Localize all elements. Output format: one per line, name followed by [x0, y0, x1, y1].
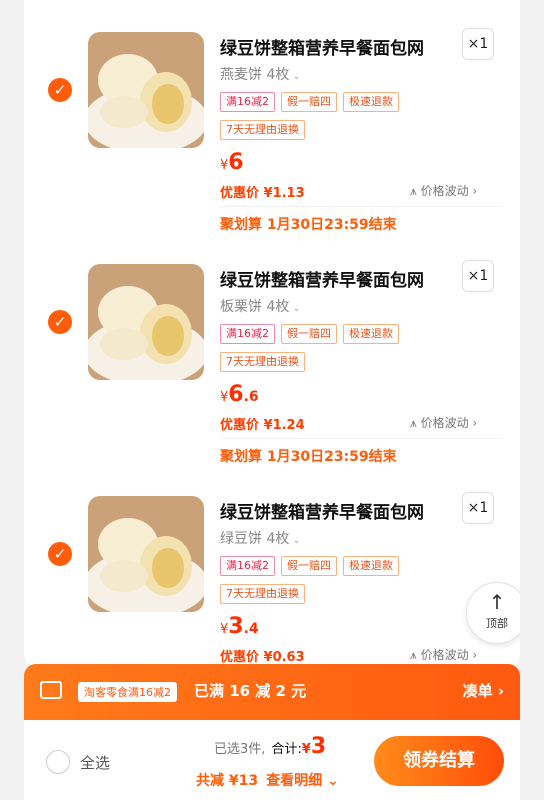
cart-item: ✓ 绿豆饼整箱营养早餐面包网 ×1 绿豆饼 4枚 ⌄ 满16减2 假一赔四 极速退… — [24, 464, 520, 668]
price-fluctuation-link[interactable]: ⩚ 价格波动 › — [410, 414, 477, 431]
selected-count: 已选3件, — [214, 742, 266, 757]
total-label: 合计: — [271, 742, 302, 757]
tag-discount: 满16减2 — [220, 324, 275, 344]
variant-label: 燕麦饼 4枚 — [220, 67, 290, 83]
check-icon: ✓ — [53, 313, 67, 331]
arrow-up-icon: ↑ — [488, 590, 506, 614]
product-title[interactable]: 绿豆饼整箱营养早餐面包网 — [220, 34, 424, 59]
price-int: 6 — [228, 382, 244, 407]
price-int: 3 — [228, 614, 244, 639]
item-checkbox[interactable]: ✓ — [48, 542, 72, 566]
tag-refund: 极速退款 — [343, 92, 399, 112]
product-title[interactable]: 绿豆饼整箱营养早餐面包网 — [220, 498, 424, 523]
tag-row-2: 7天无理由退换 — [220, 584, 305, 604]
quantity-button[interactable]: ×1 — [462, 260, 494, 292]
variant-selector[interactable]: 绿豆饼 4枚 ⌄ — [220, 528, 301, 548]
tag-guarantee: 假一赔四 — [281, 92, 337, 112]
tag-refund: 极速退款 — [343, 324, 399, 344]
savings-amount: 共减 ¥13 — [196, 773, 259, 789]
item-price: ¥3.4 — [220, 614, 259, 639]
fluct-label: 价格波动 — [420, 648, 469, 662]
total-value: 3 — [310, 734, 327, 759]
total-currency: ¥ — [301, 742, 311, 757]
tag-return: 7天无理由退换 — [220, 352, 305, 372]
deal-deadline: 聚划算 1月30日23:59结束 — [220, 217, 397, 233]
variant-label: 板栗饼 4枚 — [220, 299, 290, 315]
check-icon: ✓ — [53, 545, 67, 563]
chevron-down-icon: ⌄ — [292, 303, 301, 314]
price-trend-icon: ⩚ — [410, 648, 421, 662]
product-image[interactable] — [88, 264, 204, 380]
tag-discount: 满16减2 — [220, 556, 275, 576]
tag-guarantee: 假一赔四 — [281, 556, 337, 576]
cart-item: ✓ 绿豆饼整箱营养早餐面包网 ×1 燕麦饼 4枚 ⌄ 满16减2 假一赔四 极速退… — [24, 0, 520, 233]
total-amount: ¥3 — [301, 734, 326, 759]
tag-return: 7天无理由退换 — [220, 120, 305, 140]
cart-item: ✓ 绿豆饼整箱营养早餐面包网 ×1 板栗饼 4枚 ⌄ 满16减2 假一赔四 极速退… — [24, 232, 520, 465]
select-all-label[interactable]: 全选 — [80, 752, 110, 773]
fluct-label: 价格波动 — [420, 184, 469, 198]
item-checkbox[interactable]: ✓ — [48, 78, 72, 102]
promo-badge: 淘客零食满16减2 — [78, 682, 177, 702]
item-price: ¥6.6 — [220, 382, 259, 407]
quantity-button[interactable]: ×1 — [462, 28, 494, 60]
coupon-icon — [40, 681, 62, 699]
tag-row: 满16减2 假一赔四 极速退款 — [220, 92, 399, 112]
price-dec: .6 — [243, 389, 259, 405]
price-dec: .4 — [243, 621, 259, 637]
product-title[interactable]: 绿豆饼整箱营养早餐面包网 — [220, 266, 424, 291]
variant-selector[interactable]: 燕麦饼 4枚 ⌄ — [220, 64, 301, 84]
divider — [220, 206, 502, 207]
variant-label: 绿豆饼 4枚 — [220, 531, 290, 547]
savings-row: 共减 ¥13 查看明细 ⌄ — [196, 770, 339, 790]
deal-deadline: 聚划算 1月30日23:59结束 — [220, 449, 397, 465]
tag-row-2: 7天无理由退换 — [220, 352, 305, 372]
back-to-top-label: 顶部 — [486, 617, 508, 630]
fluct-label: 价格波动 — [420, 416, 469, 430]
tag-refund: 极速退款 — [343, 556, 399, 576]
tag-row-2: 7天无理由退换 — [220, 120, 305, 140]
add-more-link[interactable]: 凑单 › — [463, 680, 504, 701]
item-price: ¥6 — [220, 150, 244, 175]
price-trend-icon: ⩚ — [410, 416, 421, 430]
tag-discount: 满16减2 — [220, 92, 275, 112]
promo-status: 已满 16 减 2 元 — [194, 682, 307, 700]
price-int: 6 — [228, 150, 244, 175]
checkout-button[interactable]: 领券结算 — [374, 736, 504, 786]
chevron-down-icon: ⌄ — [292, 71, 301, 82]
product-image[interactable] — [88, 32, 204, 148]
item-checkbox[interactable]: ✓ — [48, 310, 72, 334]
tag-row: 满16减2 假一赔四 极速退款 — [220, 324, 399, 344]
promo-bar: 淘客零食满16减2 已满 16 减 2 元 凑单 › — [24, 664, 520, 720]
product-image[interactable] — [88, 496, 204, 612]
price-fluctuation-link[interactable]: ⩚ 价格波动 › — [410, 182, 477, 199]
tag-guarantee: 假一赔四 — [281, 324, 337, 344]
select-all-checkbox[interactable] — [46, 750, 70, 774]
price-fluctuation-link[interactable]: ⩚ 价格波动 › — [410, 646, 477, 663]
variant-selector[interactable]: 板栗饼 4枚 ⌄ — [220, 296, 301, 316]
back-to-top-button[interactable]: ↑ 顶部 — [466, 582, 520, 644]
view-details-link[interactable]: 查看明细 ⌄ — [266, 773, 339, 789]
divider — [220, 438, 502, 439]
checkout-footer: 全选 已选3件, 合计:¥3 共减 ¥13 查看明细 ⌄ 领券结算 — [24, 720, 520, 800]
quantity-button[interactable]: ×1 — [462, 492, 494, 524]
order-summary: 已选3件, 合计:¥3 — [214, 734, 326, 759]
check-icon: ✓ — [53, 81, 67, 99]
promo-price: 优惠价 ¥0.63 — [220, 650, 305, 665]
price-trend-icon: ⩚ — [410, 184, 421, 198]
tag-row: 满16减2 假一赔四 极速退款 — [220, 556, 399, 576]
promo-price: 优惠价 ¥1.24 — [220, 418, 305, 433]
chevron-down-icon: ⌄ — [292, 535, 301, 546]
tag-return: 7天无理由退换 — [220, 584, 305, 604]
promo-price: 优惠价 ¥1.13 — [220, 186, 305, 201]
cart-list: ✓ 绿豆饼整箱营养早餐面包网 ×1 燕麦饼 4枚 ⌄ 满16减2 假一赔四 极速退… — [24, 0, 520, 668]
